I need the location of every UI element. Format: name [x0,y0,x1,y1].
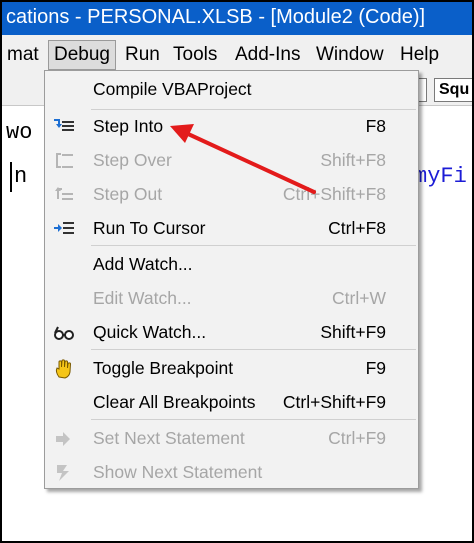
step-out-icon [55,187,73,200]
menu-item-toggle-breakpoint[interactable]: Toggle Breakpoint F9 [45,353,418,384]
menu-add-ins[interactable]: Add-Ins [230,41,305,69]
menu-run[interactable]: Run [120,41,165,69]
code-text-fragment: n [14,164,28,189]
menu-item-add-watch[interactable]: Add Watch... [45,249,418,280]
text-cursor [10,162,12,192]
menu-item-step-out[interactable]: Step Out Ctrl+Shift+F8 [45,179,418,210]
menu-format[interactable]: mat [2,41,44,69]
vba-editor-window: cations - PERSONAL.XLSB - [Module2 (Code… [0,0,474,543]
menu-item-run-to-cursor[interactable]: Run To Cursor Ctrl+F8 [45,213,418,244]
menu-item-step-into[interactable]: Step Into F8 [45,111,418,142]
menu-separator [91,245,416,246]
menu-item-clear-all-breakpoints[interactable]: Clear All Breakpoints Ctrl+Shift+F9 [45,387,418,418]
debug-menu: Compile VBAProject Step Into F8 Step Ove… [44,70,419,489]
menu-item-show-next-statement[interactable]: Show Next Statement [45,457,418,488]
menu-tools[interactable]: Tools [168,41,222,69]
step-over-icon [56,153,73,168]
menu-separator [91,349,416,350]
menu-window[interactable]: Window [311,41,389,69]
glasses-icon [54,326,74,340]
menu-separator [91,109,416,110]
step-into-icon [54,119,74,131]
menu-item-set-next-statement[interactable]: Set Next Statement Ctrl+F9 [45,423,418,454]
set-next-arrow-icon [56,432,70,446]
menu-help[interactable]: Help [395,41,444,69]
run-to-cursor-icon [54,222,74,234]
code-text-fragment: myFi [414,164,467,189]
menu-item-quick-watch[interactable]: Quick Watch... Shift+F9 [45,317,418,348]
menu-debug[interactable]: Debug [48,40,116,70]
hand-icon [55,359,72,379]
code-text-fragment: wo [6,120,33,145]
menu-item-edit-watch[interactable]: Edit Watch... Ctrl+W [45,283,418,314]
menu-item-step-over[interactable]: Step Over Shift+F8 [45,145,418,176]
menu-item-compile[interactable]: Compile VBAProject [45,74,418,105]
procedure-combo[interactable]: Squ [434,78,472,102]
show-next-icon [57,465,69,481]
menu-separator [91,419,416,420]
window-title: cations - PERSONAL.XLSB - [Module2 (Code… [2,2,472,35]
